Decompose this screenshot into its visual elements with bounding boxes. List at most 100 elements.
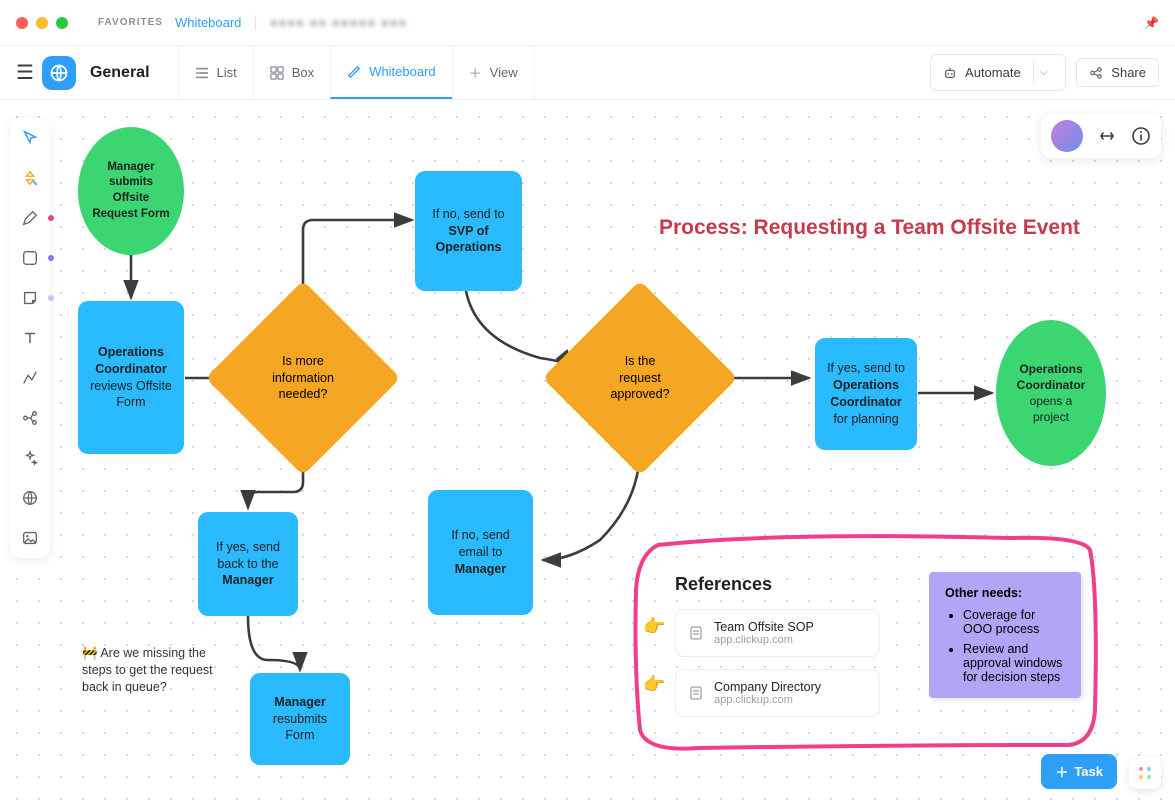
shape-tool[interactable] — [18, 246, 42, 270]
t: SVP of — [448, 224, 488, 238]
close-window-icon[interactable] — [16, 17, 28, 29]
t: project — [1033, 410, 1069, 424]
t: Coordinator — [95, 362, 167, 376]
whiteboard-icon — [347, 65, 361, 79]
t: for planning — [833, 412, 898, 426]
node-decision-more-info[interactable]: Is more information needed? — [234, 309, 372, 447]
breadcrumb-whiteboard[interactable]: Whiteboard — [175, 15, 241, 30]
sticky-note[interactable]: Other needs: Coverage for OOO process Re… — [929, 572, 1081, 698]
favorites-label: FAVORITES — [98, 17, 163, 28]
t: reviews Offsite — [90, 379, 172, 393]
node-send-planning[interactable]: If yes, send to Operations Coordinator f… — [815, 338, 917, 450]
sticky-note-tool[interactable] — [18, 286, 42, 310]
tab-whiteboard[interactable]: Whiteboard — [330, 46, 451, 99]
window-controls[interactable] — [16, 17, 68, 29]
tab-list[interactable]: List — [178, 46, 253, 99]
automate-label: Automate — [965, 65, 1021, 80]
toolbar: ☰ General List Box Whiteboard ＋ View Aut… — [0, 46, 1175, 100]
view-tabs: List Box Whiteboard ＋ View — [178, 46, 535, 99]
left-toolbar — [10, 118, 50, 558]
reference-url: app.clickup.com — [714, 634, 814, 646]
tab-list-label: List — [217, 65, 237, 80]
list-icon — [195, 66, 209, 80]
canvas-comment[interactable]: 🚧 Are we missing the steps to get the re… — [82, 645, 222, 696]
reference-title: Team Offsite SOP — [714, 620, 814, 634]
t: If yes, send to — [827, 361, 905, 375]
pen-tool[interactable] — [18, 206, 42, 230]
t: Is more — [282, 354, 324, 368]
t: Request Form — [92, 208, 169, 220]
pointing-hand-icon: 👉 — [643, 616, 665, 637]
fit-to-screen-icon[interactable] — [1097, 126, 1117, 146]
info-icon[interactable] — [1131, 126, 1151, 146]
node-start-manager-submits[interactable]: Manager submits Offsite Request Form — [78, 127, 184, 255]
t: resubmits — [273, 712, 327, 726]
tab-add-view[interactable]: ＋ View — [452, 46, 535, 99]
t: submits — [109, 176, 153, 188]
pointing-hand-icon: 👉 — [643, 674, 665, 695]
t: Coordinator — [830, 395, 902, 409]
t: email to — [459, 545, 503, 559]
plus-icon: ＋ — [469, 63, 482, 82]
t: If no, send to — [432, 207, 504, 221]
share-button[interactable]: Share — [1076, 58, 1159, 87]
space-name[interactable]: General — [90, 64, 150, 82]
apps-button[interactable] — [1129, 757, 1161, 789]
new-task-button[interactable]: ＋ Task — [1041, 754, 1117, 789]
t: back to the — [217, 557, 278, 571]
image-tool[interactable] — [18, 526, 42, 550]
connector-tool[interactable] — [18, 366, 42, 390]
t: Form — [116, 395, 145, 409]
node-decision-approved[interactable]: Is the request approved? — [571, 309, 709, 447]
web-tool[interactable] — [18, 486, 42, 510]
t: needed? — [279, 387, 328, 401]
text-tool[interactable] — [18, 326, 42, 350]
expand-tool[interactable] — [18, 166, 42, 190]
chevron-down-icon[interactable]: ⌵ — [1033, 61, 1054, 84]
node-operations-review[interactable]: Operations Coordinator reviews Offsite F… — [78, 301, 184, 454]
t: Manager — [107, 161, 154, 173]
node-end-open-project[interactable]: Operations Coordinator opens a project — [996, 320, 1106, 466]
node-email-manager[interactable]: If no, send email to Manager — [428, 490, 533, 615]
share-label: Share — [1111, 65, 1146, 80]
node-send-svp[interactable]: If no, send to SVP of Operations — [415, 171, 522, 291]
references-title: References — [675, 574, 880, 595]
node-send-back-manager[interactable]: If yes, send back to the Manager — [198, 512, 298, 616]
t: Coordinator — [1017, 378, 1086, 392]
ai-tool[interactable] — [18, 446, 42, 470]
pin-icon[interactable]: 📌 — [1144, 16, 1159, 30]
tab-box[interactable]: Box — [253, 46, 330, 99]
automate-button[interactable]: Automate ⌵ — [930, 54, 1066, 91]
maximize-window-icon[interactable] — [56, 17, 68, 29]
t: opens a — [1030, 394, 1073, 408]
t: approved? — [610, 387, 669, 401]
space-avatar[interactable] — [42, 56, 76, 90]
user-avatar[interactable] — [1051, 120, 1083, 152]
t: Operations — [833, 378, 899, 392]
t: Is the — [625, 354, 656, 368]
reference-url: app.clickup.com — [714, 694, 821, 706]
t: Offsite — [113, 192, 149, 204]
select-tool[interactable] — [18, 126, 42, 150]
titlebar: FAVORITES Whiteboard | ■■■■ ■■ ■■■■■ ■■■… — [0, 0, 1175, 46]
apps-icon — [1137, 765, 1153, 781]
reference-card-1[interactable]: Team Offsite SOP app.clickup.com — [675, 609, 880, 657]
t: information — [272, 371, 334, 385]
robot-icon — [943, 66, 957, 80]
menu-icon[interactable]: ☰ — [16, 60, 34, 85]
reference-card-2[interactable]: Company Directory app.clickup.com — [675, 669, 880, 717]
minimize-window-icon[interactable] — [36, 17, 48, 29]
box-icon — [270, 66, 284, 80]
breadcrumb-divider: | — [253, 14, 257, 32]
diagram-title[interactable]: Process: Requesting a Team Offsite Event — [659, 216, 1080, 240]
tab-view-label: View — [490, 65, 518, 80]
node-manager-resubmits[interactable]: Manager resubmits Form — [250, 673, 350, 765]
canvas-controls — [1041, 114, 1161, 158]
sticky-item: Review and approval windows for decision… — [963, 642, 1065, 684]
t: request — [619, 371, 661, 385]
mindmap-tool[interactable] — [18, 406, 42, 430]
t: Manager — [222, 573, 273, 587]
t: If yes, send — [216, 540, 280, 554]
whiteboard-canvas[interactable]: Manager submits Offsite Request Form Ope… — [0, 100, 1175, 805]
references-group[interactable]: References Team Offsite SOP app.clickup.… — [675, 574, 880, 729]
